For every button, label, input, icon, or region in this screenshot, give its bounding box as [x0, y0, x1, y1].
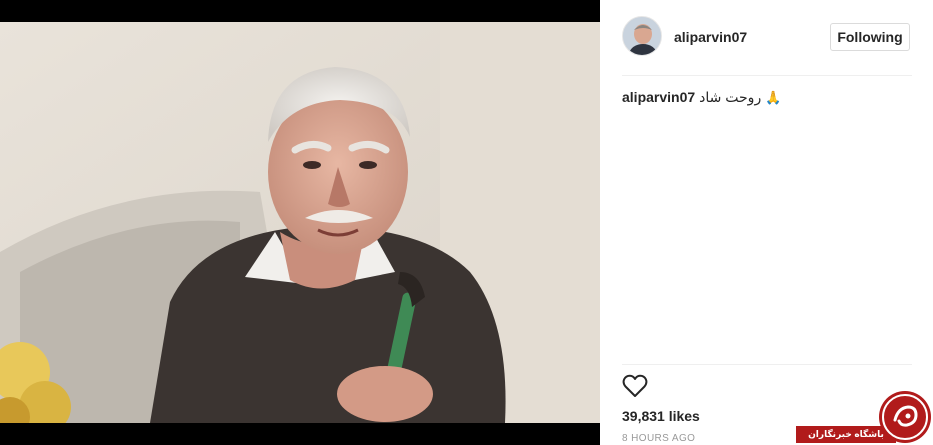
post-header: aliparvin07 Following — [622, 14, 912, 60]
post-actions — [622, 374, 648, 402]
post-photo[interactable] — [0, 22, 600, 423]
media-letterbox-top — [0, 0, 600, 22]
post-timestamp[interactable]: 8 HOURS AGO — [622, 433, 695, 444]
likes-count[interactable]: 39,831 likes — [622, 408, 700, 424]
post-sidebar: aliparvin07 Following aliparvin07 روحت شا… — [600, 0, 933, 445]
post-caption: aliparvin07 روحت شاد 🙏 — [622, 89, 912, 106]
post-media[interactable] — [0, 0, 600, 445]
avatar[interactable] — [622, 16, 662, 56]
avatar-image — [623, 17, 661, 55]
caption-emoji: 🙏 — [765, 90, 782, 105]
media-letterbox-bottom — [0, 423, 600, 445]
username-link[interactable]: aliparvin07 — [674, 29, 747, 45]
watermark-logo-icon — [878, 390, 932, 444]
following-button[interactable]: Following — [830, 23, 910, 51]
watermark: باشگاه خبرنگاران — [796, 390, 933, 445]
header-divider — [622, 75, 912, 76]
caption-text: روحت شاد — [699, 89, 762, 105]
portrait-photo — [0, 22, 600, 423]
caption-username[interactable]: aliparvin07 — [622, 89, 695, 105]
actions-divider — [622, 364, 912, 365]
heart-outline-icon[interactable] — [622, 374, 648, 398]
